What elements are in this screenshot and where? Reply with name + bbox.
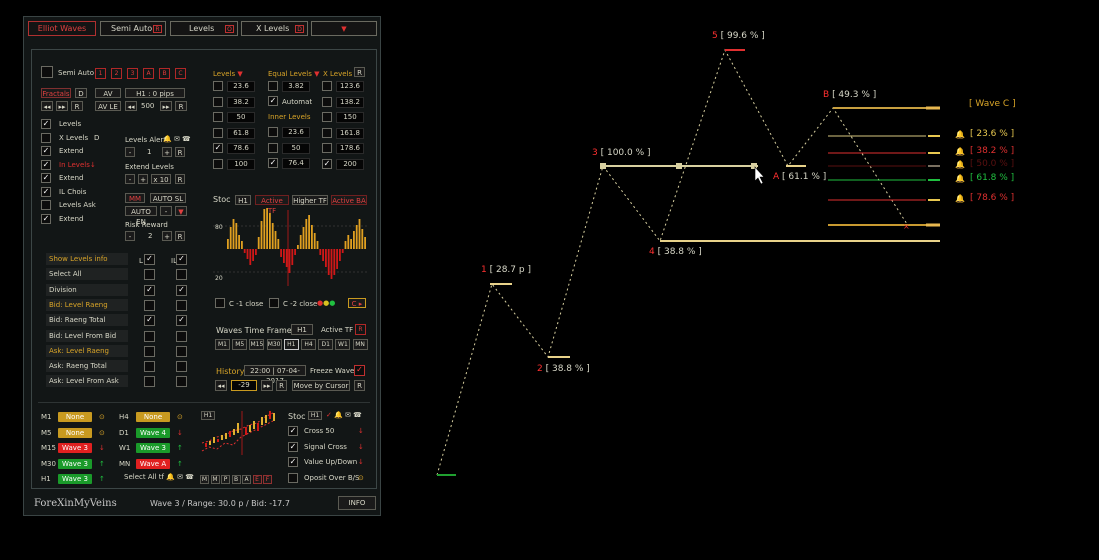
wave-lines xyxy=(436,48,908,476)
wave-b-label: B [ 49.3 % ] xyxy=(823,90,876,100)
wave-value: [ 49.3 % ] xyxy=(832,90,877,100)
wave-1-label: 1 [ 28.7 p ] xyxy=(481,265,531,275)
fib-level-label: [ 78.6 % ] xyxy=(970,193,1015,203)
handle[interactable] xyxy=(676,163,682,169)
handle[interactable] xyxy=(600,163,606,169)
wave-5-label: 5 [ 99.6 % ] xyxy=(712,31,765,41)
wave-number: 5 xyxy=(712,31,718,41)
wave-a-label: A [ 61.1 % ] xyxy=(773,172,826,182)
wave-value: [ 61.1 % ] xyxy=(782,172,827,182)
wave-value: [ 38.8 % ] xyxy=(657,247,702,257)
fib-level-label: [ 50.0 % ] xyxy=(970,159,1015,169)
close-marker-icon: × xyxy=(903,222,910,231)
fib-level-label: [ 61.8 % ] xyxy=(970,173,1015,183)
wave-number: 4 xyxy=(649,247,655,257)
wave-2-label: 2 [ 38.8 % ] xyxy=(537,364,590,374)
bell-icon[interactable]: 🔔 xyxy=(955,194,965,203)
bell-icon[interactable]: 🔔 xyxy=(955,174,965,183)
wave-4-label: 4 [ 38.8 % ] xyxy=(649,247,702,257)
fib-level-label: [ 38.2 % ] xyxy=(970,146,1015,156)
wave-value: [ 99.6 % ] xyxy=(720,31,765,41)
wave-number: 3 xyxy=(592,148,598,158)
wave-number: B xyxy=(823,90,830,100)
wave-number: 2 xyxy=(537,364,543,374)
wave-number: 1 xyxy=(481,265,487,275)
mouse-cursor-icon xyxy=(754,166,765,185)
wave-chart: × xyxy=(436,48,940,476)
wave-c-label: [ Wave C ] xyxy=(969,99,1016,109)
wave-3-label: 3 [ 100.0 % ] xyxy=(592,148,651,158)
wave-value: [ 38.8 % ] xyxy=(545,364,590,374)
wave-number: A xyxy=(773,172,780,182)
wave-value: [ 28.7 p ] xyxy=(489,265,531,275)
wave-value: [ 100.0 % ] xyxy=(600,148,651,158)
bell-icon[interactable]: 🔔 xyxy=(955,160,965,169)
fib-level-lines xyxy=(828,135,940,201)
bell-icon[interactable]: 🔔 xyxy=(955,130,965,139)
bell-icon[interactable]: 🔔 xyxy=(955,147,965,156)
fib-level-label: [ 23.6 % ] xyxy=(970,129,1015,139)
